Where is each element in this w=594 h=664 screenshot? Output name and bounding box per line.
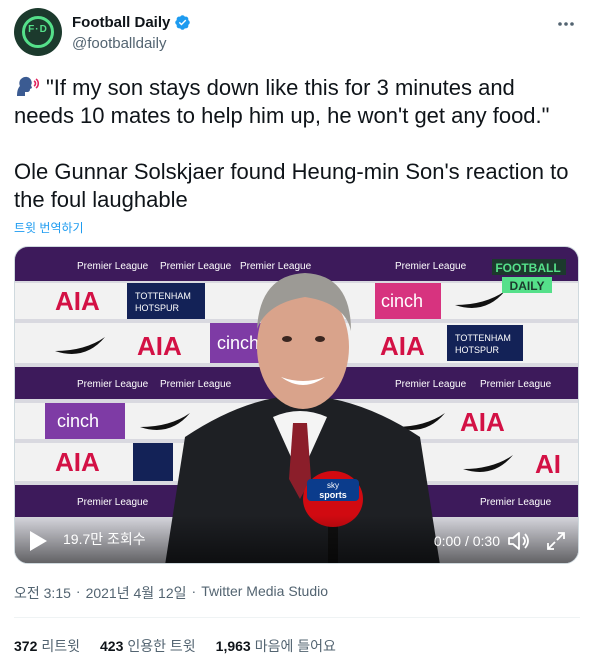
tweet-meta: 오전 3:15 · 2021년 4월 12일 · Twitter Media S…: [14, 583, 328, 603]
speaking-head-icon: [17, 76, 40, 96]
retweets-label: 리트윗: [41, 638, 80, 654]
retweets-stat[interactable]: 372 리트윗: [14, 636, 80, 656]
likes-label: 마음에 들어요: [254, 638, 336, 654]
volume-muted-icon[interactable]: [506, 529, 532, 553]
quotes-label: 인용한 트윗: [127, 638, 196, 654]
separator-dot: ·: [191, 583, 197, 599]
tweet-header: F·D Football Daily @footballdaily: [14, 8, 580, 60]
svg-text:Premier League: Premier League: [160, 261, 232, 272]
tweet-time[interactable]: 오전 3:15: [14, 583, 71, 603]
quotes-stat[interactable]: 423 인용한 트윗: [100, 636, 196, 656]
display-name[interactable]: Football Daily: [72, 14, 170, 31]
video-controls: 19.7만 조회수 0:00 / 0:30: [15, 515, 578, 563]
svg-text:HOTSPUR: HOTSPUR: [455, 345, 500, 355]
football-daily-watermark: FOOTBALL DAILY: [492, 259, 566, 293]
svg-text:AIA: AIA: [55, 286, 100, 316]
svg-text:Premier League: Premier League: [395, 379, 467, 390]
svg-text:cinch: cinch: [381, 291, 423, 311]
svg-text:Premier League: Premier League: [240, 261, 312, 272]
likes-count: 1,963: [215, 638, 251, 654]
svg-text:Premier League: Premier League: [160, 379, 232, 390]
svg-text:AIA: AIA: [460, 407, 505, 437]
video-time: 0:00 / 0:30: [433, 533, 500, 549]
svg-text:Premier League: Premier League: [77, 379, 149, 390]
more-options-icon[interactable]: [554, 12, 578, 36]
tweet-source[interactable]: Twitter Media Studio: [201, 583, 328, 603]
svg-text:sports: sports: [319, 490, 347, 500]
engagement-stats: 372 리트윗 423 인용한 트윗 1,963 마음에 들어요: [14, 636, 356, 656]
video-player[interactable]: Premier League Premier League Premier Le…: [14, 246, 579, 564]
svg-text:TOTTENHAM: TOTTENHAM: [135, 291, 191, 301]
fullscreen-icon[interactable]: [544, 529, 568, 553]
svg-text:Premier League: Premier League: [480, 379, 552, 390]
svg-text:sky: sky: [327, 481, 339, 490]
likes-stat[interactable]: 1,963 마음에 들어요: [216, 636, 336, 656]
separator-dot: ·: [75, 583, 81, 599]
play-icon[interactable]: [27, 529, 49, 553]
divider: [14, 617, 580, 618]
svg-text:cinch: cinch: [57, 411, 99, 431]
handle[interactable]: @footballdaily: [72, 35, 166, 52]
tweet-text: "If my son stays down like this for 3 mi…: [14, 74, 580, 214]
svg-text:cinch: cinch: [217, 333, 259, 353]
svg-text:TOTTENHAM: TOTTENHAM: [455, 333, 511, 343]
retweets-count: 372: [14, 638, 38, 654]
watermark-line2: DAILY: [510, 279, 545, 293]
tweet-caption: Ole Gunnar Solskjaer found Heung-min Son…: [14, 159, 575, 212]
name-row: Football Daily: [72, 14, 191, 31]
tweet-date[interactable]: 2021년 4월 12일: [86, 583, 187, 603]
svg-text:HOTSPUR: HOTSPUR: [135, 303, 180, 313]
svg-text:Premier League: Premier League: [77, 261, 149, 272]
translate-tweet-link[interactable]: 트윗 번역하기: [14, 219, 84, 236]
watermark-line1: FOOTBALL: [495, 261, 560, 275]
svg-text:AIA: AIA: [55, 447, 100, 477]
svg-text:Premier League: Premier League: [480, 497, 552, 508]
avatar-logo-text: F·D: [28, 24, 48, 35]
view-count: 19.7만 조회수: [63, 531, 146, 547]
avatar[interactable]: F·D: [14, 8, 62, 56]
svg-text:Premier League: Premier League: [77, 497, 149, 508]
svg-text:Premier League: Premier League: [395, 261, 467, 272]
tweet-quote: "If my son stays down like this for 3 mi…: [14, 75, 550, 128]
svg-text:AIA: AIA: [137, 331, 182, 361]
quotes-count: 423: [100, 638, 124, 654]
svg-text:AIA: AIA: [380, 331, 425, 361]
verified-badge-icon: [175, 15, 191, 30]
svg-text:AI: AI: [535, 449, 561, 479]
